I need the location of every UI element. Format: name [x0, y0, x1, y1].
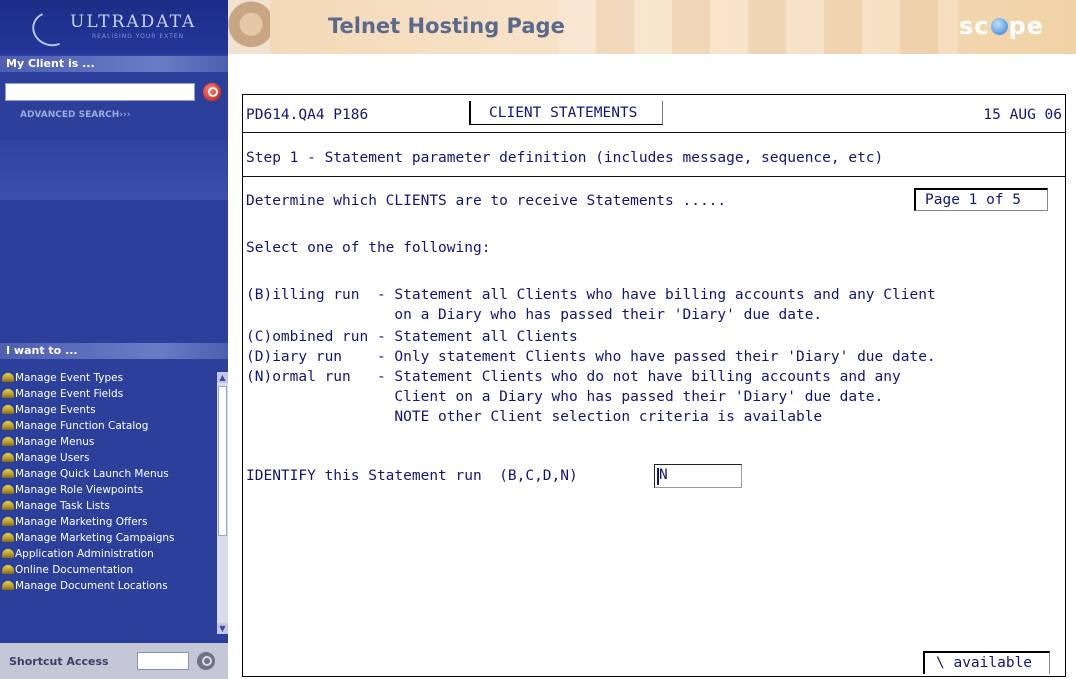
menu-item-manage-marketing-campaigns[interactable]: Manage Marketing Campaigns: [0, 532, 218, 544]
status-box: \ available: [923, 651, 1050, 674]
hat-icon: [2, 373, 14, 382]
menu-item-manage-users[interactable]: Manage Users: [0, 452, 218, 464]
logo-tagline: REALISING YOUR EXTEN: [92, 33, 185, 40]
hat-icon: [2, 501, 14, 510]
hat-icon: [2, 469, 14, 478]
menu-item-manage-task-lists[interactable]: Manage Task Lists: [0, 500, 218, 512]
brand-text-right: pe: [1008, 12, 1044, 40]
hat-icon: [2, 453, 14, 462]
hat-icon: [2, 517, 14, 526]
screen-date: 15 AUG 06: [983, 107, 1062, 123]
hat-icon: [2, 389, 14, 398]
menu-item-label[interactable]: Manage Task Lists: [15, 500, 110, 512]
separator-line: [243, 132, 1065, 133]
advanced-search-link[interactable]: ADVANCED SEARCH›››: [20, 110, 130, 120]
logo-name: ULTRADATA: [70, 12, 197, 32]
banner-pattern: [558, 0, 958, 54]
menu-item-label[interactable]: Manage Menus: [15, 436, 94, 448]
menu-item-label[interactable]: Manage Function Catalog: [15, 420, 148, 432]
shortcut-input[interactable]: [137, 652, 189, 670]
menu-item-manage-marketing-offers[interactable]: Manage Marketing Offers: [0, 516, 218, 528]
option-line: (D)iary run - Only statement Clients who…: [246, 349, 936, 365]
menu-item-online-documentation[interactable]: Online Documentation: [0, 564, 218, 576]
menu-item-manage-function-catalog[interactable]: Manage Function Catalog: [0, 420, 218, 432]
search-icon[interactable]: [203, 83, 221, 101]
shortcut-label: Shortcut Access: [9, 655, 109, 668]
hat-icon: [2, 565, 14, 574]
ultradata-logo: ULTRADATA REALISING YOUR EXTEN: [0, 0, 228, 54]
scroll-up-arrow-icon[interactable]: ▲: [217, 372, 228, 383]
advanced-search-label[interactable]: ADVANCED SEARCH: [20, 110, 119, 120]
program-id: PD614.QA4 P186: [246, 107, 369, 123]
telnet-terminal[interactable]: PD614.QA4 P186 CLIENT STATEMENTS 15 AUG …: [242, 94, 1066, 677]
menu-item-label[interactable]: Manage Event Fields: [15, 388, 123, 400]
hat-icon: [2, 437, 14, 446]
option-line: (C)ombined run - Statement all Clients: [246, 329, 578, 345]
screen-title: CLIENT STATEMENTS: [489, 105, 638, 121]
ultradata-swoosh-icon: [27, 6, 75, 52]
menu-item-manage-event-fields[interactable]: Manage Event Fields: [0, 388, 218, 400]
menu-item-label[interactable]: Manage Marketing Campaigns: [15, 532, 175, 544]
menu-item-label[interactable]: Online Documentation: [15, 564, 133, 576]
iwant-section-header: I want to ...: [0, 343, 228, 359]
scope-logo: sc pe: [959, 12, 1044, 40]
page-indicator: Page 1 of 5: [925, 192, 1022, 208]
status-text: \ available: [936, 655, 1033, 671]
menu-scrollbar[interactable]: ▲ ▼: [217, 372, 228, 634]
menu-item-application-administration[interactable]: Application Administration: [0, 548, 218, 560]
brand-text-left: sc: [959, 12, 990, 40]
menu-item-label[interactable]: Manage Event Types: [15, 372, 123, 384]
menu-item-label[interactable]: Manage Users: [15, 452, 89, 464]
hat-icon: [2, 421, 14, 430]
person-photo-icon: [228, 0, 270, 54]
determine-line: Determine which CLIENTS are to receive S…: [246, 193, 727, 209]
separator-line: [243, 176, 1065, 177]
option-line: NOTE other Client selection criteria is …: [246, 409, 823, 425]
menu-item-label[interactable]: Application Administration: [15, 548, 154, 560]
sidebar: ULTRADATA REALISING YOUR EXTEN My Client…: [0, 0, 228, 679]
scrollbar-thumb[interactable]: [218, 386, 227, 536]
hat-icon: [2, 533, 14, 542]
menu-item-manage-menus[interactable]: Manage Menus: [0, 436, 218, 448]
step-line: Step 1 - Statement parameter definition …: [246, 150, 884, 166]
banner: Telnet Hosting Page sc pe: [228, 0, 1076, 54]
hat-icon: [2, 549, 14, 558]
identify-run-input[interactable]: N: [654, 464, 742, 488]
shortcut-bar: Shortcut Access: [0, 643, 228, 679]
screen-title-box: CLIENT STATEMENTS: [469, 101, 663, 125]
double-chevron-right-icon: ›››: [119, 110, 131, 120]
page-title: Telnet Hosting Page: [328, 14, 565, 38]
identify-run-value[interactable]: N: [659, 467, 668, 483]
select-line: Select one of the following:: [246, 240, 491, 256]
hat-icon: [2, 405, 14, 414]
menu-item-manage-document-locations[interactable]: Manage Document Locations: [0, 580, 218, 592]
menu-item-label[interactable]: Manage Role Viewpoints: [15, 484, 143, 496]
task-menu: Manage Event Types Manage Event Fields M…: [0, 372, 218, 634]
hat-icon: [2, 485, 14, 494]
globe-icon: [990, 18, 1008, 35]
hat-icon: [2, 581, 14, 590]
menu-item-label[interactable]: Manage Document Locations: [15, 580, 168, 592]
menu-item-manage-quick-launch-menus[interactable]: Manage Quick Launch Menus: [0, 468, 218, 480]
client-section-header: My Client is ...: [0, 56, 228, 72]
option-line: (B)illing run - Statement all Clients wh…: [246, 287, 936, 303]
search-icon[interactable]: [197, 652, 215, 670]
menu-item-label[interactable]: Manage Events: [15, 404, 96, 416]
menu-item-manage-role-viewpoints[interactable]: Manage Role Viewpoints: [0, 484, 218, 496]
page-indicator-box: Page 1 of 5: [914, 188, 1048, 211]
identify-prompt: IDENTIFY this Statement run (B,C,D,N): [246, 468, 578, 484]
option-line: on a Diary who has passed their 'Diary' …: [246, 307, 823, 323]
menu-item-manage-events[interactable]: Manage Events: [0, 404, 218, 416]
menu-item-label[interactable]: Manage Marketing Offers: [15, 516, 147, 528]
client-search-input[interactable]: [5, 83, 195, 101]
menu-item-manage-event-types[interactable]: Manage Event Types: [0, 372, 218, 384]
sidebar-divider: [0, 140, 228, 200]
option-line: (N)ormal run - Statement Clients who do …: [246, 369, 901, 385]
scroll-down-arrow-icon[interactable]: ▼: [217, 623, 228, 634]
menu-item-label[interactable]: Manage Quick Launch Menus: [15, 468, 169, 480]
option-line: Client on a Diary who has passed their '…: [246, 389, 884, 405]
